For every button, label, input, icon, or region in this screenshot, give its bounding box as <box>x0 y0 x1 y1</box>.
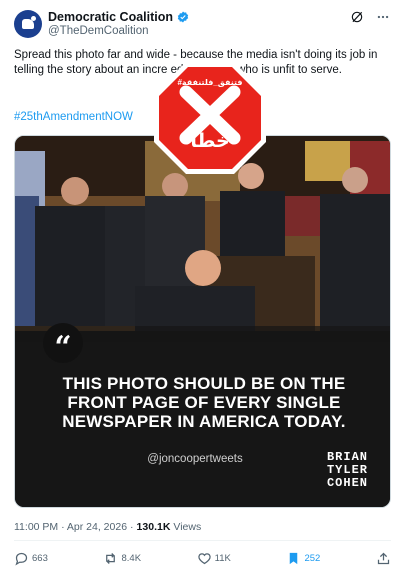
like-count: 11K <box>214 553 231 564</box>
display-name[interactable]: Democratic Coalition <box>48 10 173 24</box>
more-options-icon[interactable] <box>376 10 390 24</box>
header-actions <box>350 10 390 24</box>
tweet-meta: 11:00 PM · Apr 24, 2026 · 130.1K Views <box>14 521 201 533</box>
heart-icon <box>197 553 211 565</box>
share-icon <box>377 552 390 565</box>
reply-icon <box>15 552 28 566</box>
reply-count: 663 <box>32 553 48 564</box>
repost-icon <box>106 553 116 564</box>
verified-badge-icon <box>177 11 189 23</box>
handle[interactable]: @TheDemCoalition <box>48 25 149 37</box>
name-row: Democratic Coalition <box>48 10 189 24</box>
media-headline: THIS PHOTO SHOULD BE ON THE FRONT PAGE O… <box>62 374 346 431</box>
bookmark-button[interactable]: 252 <box>286 551 320 566</box>
tweet-header: Democratic Coalition @TheDemCoalition <box>14 8 394 42</box>
action-bar: 663 8.4K 11K 252 <box>14 551 391 566</box>
donkey-logo-head <box>31 16 36 21</box>
repost-count: 8.4K <box>121 553 142 564</box>
tweet-media[interactable]: “ THIS PHOTO SHOULD BE ON THE FRONT PAGE… <box>14 135 391 508</box>
bookmark-icon <box>290 552 298 565</box>
meta-separator: · <box>130 521 134 533</box>
hashtag-link[interactable]: #25thAmendmentNOW <box>14 111 133 123</box>
watermark-line: COHEN <box>326 476 368 490</box>
timestamp[interactable]: 11:00 PM · Apr 24, 2026 <box>14 521 127 533</box>
avatar[interactable] <box>14 10 42 38</box>
like-button[interactable]: 11K <box>197 551 231 566</box>
stamp-label: خطأ <box>190 130 230 152</box>
stamp-top-text: #فتنفق_فلتنفقة <box>177 78 243 87</box>
views-label: Views <box>173 521 202 533</box>
brian-tyler-cohen-watermark: BRIAN TYLER COHEN <box>327 451 368 490</box>
tweet: Democratic Coalition @TheDemCoalition Sp… <box>0 0 405 575</box>
share-button[interactable] <box>376 551 391 566</box>
media-credit: @joncoopertweets <box>147 453 243 465</box>
bookmark-count: 252 <box>304 553 321 564</box>
quote-icon: “ <box>43 323 83 363</box>
divider <box>14 540 391 541</box>
views-count: 130.1K <box>136 521 171 533</box>
grok-icon[interactable] <box>350 10 364 24</box>
repost-button[interactable]: 8.4K <box>103 551 141 566</box>
reply-button[interactable]: 663 <box>14 551 48 566</box>
